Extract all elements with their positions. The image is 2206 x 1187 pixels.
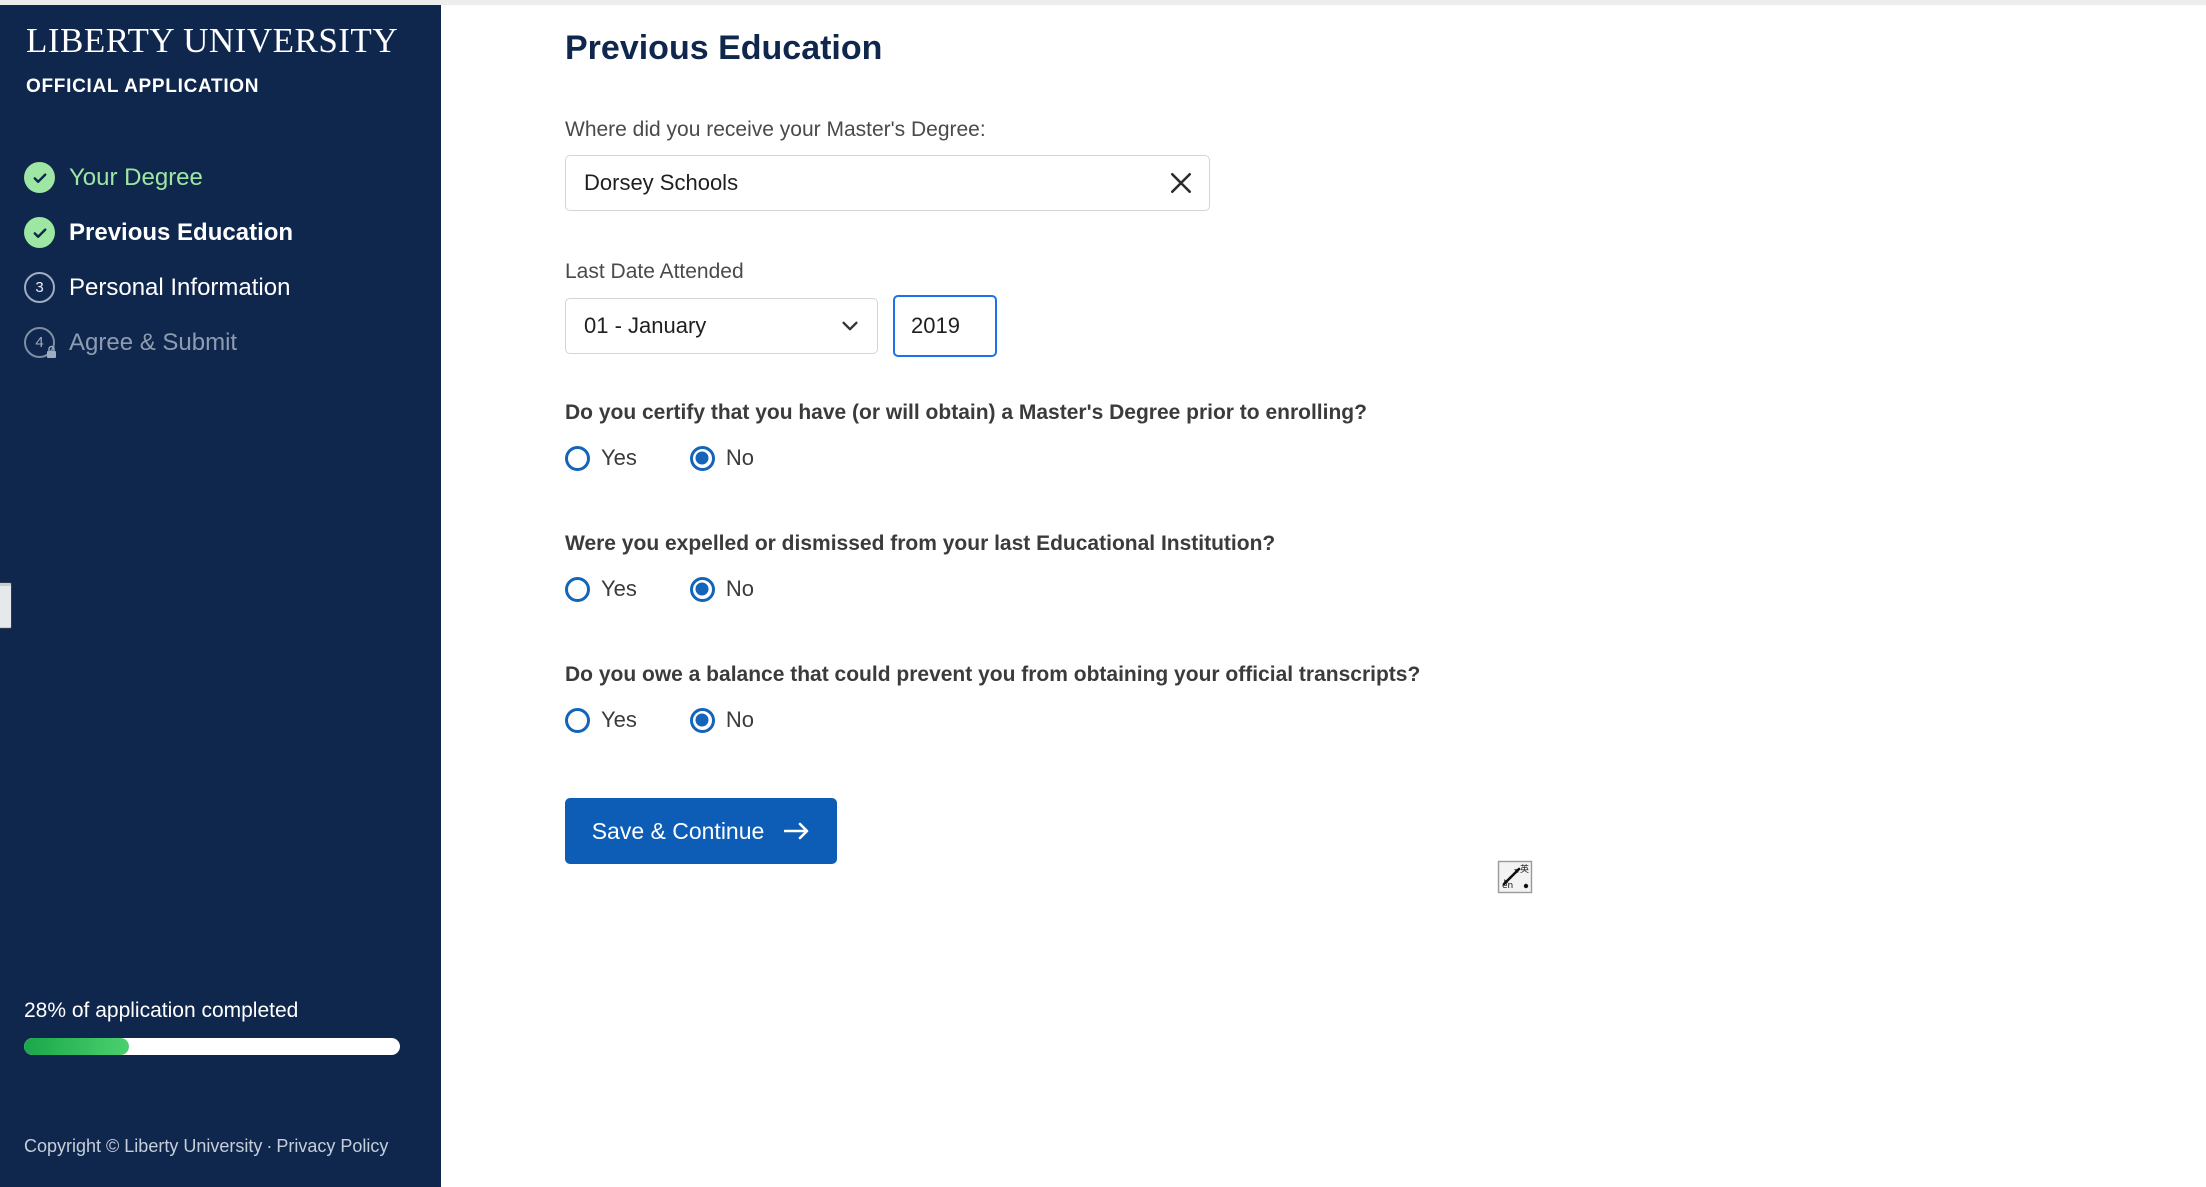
radio-option-no[interactable]: No <box>689 576 755 602</box>
radio-option-no[interactable]: No <box>689 445 755 471</box>
year-input-value: 2019 <box>911 313 960 338</box>
question-text: Were you expelled or dismissed from your… <box>565 532 1276 555</box>
radio-group: Yes No <box>565 576 1275 602</box>
sidebar-item-label: Previous Education <box>69 218 294 246</box>
brand-title: LIBERTY UNIVERSITY <box>26 21 399 60</box>
radio-indicator <box>689 576 715 602</box>
question-master-degree-certify: Do you certify that you have (or will ob… <box>565 401 1367 471</box>
progress-track <box>24 1038 400 1055</box>
radio-label: No <box>725 445 755 470</box>
main-content: Previous Education Where did you receive… <box>441 5 2206 1187</box>
save-and-continue-button[interactable]: Save & Continue <box>565 798 837 864</box>
question-text: Do you owe a balance that could prevent … <box>565 663 1421 686</box>
step-number-label: 4 <box>35 334 44 351</box>
radio-option-yes[interactable]: Yes <box>565 445 637 471</box>
application-page: LIBERTY UNIVERSITY OFFICIAL APPLICATION … <box>0 0 2206 1187</box>
radio-group: Yes No <box>565 707 1420 733</box>
month-select[interactable]: 01 - January <box>565 298 878 354</box>
sidebar-item-label: Agree & Submit <box>69 328 238 356</box>
sidebar-item-agree-and-submit: 4 Agree & Submit <box>24 315 424 370</box>
radio-label: Yes <box>601 576 637 601</box>
mouse-cursor-ime-indicator: en 英 <box>1497 860 1533 894</box>
radio-label: No <box>725 576 755 601</box>
radio-indicator <box>565 445 590 471</box>
school-input-value: Dorsey Schools <box>584 170 739 195</box>
step-number-badge: 3 <box>24 272 55 303</box>
svg-text:en: en <box>1502 881 1513 891</box>
last-date-attended-label: Last Date Attended <box>565 260 744 283</box>
step-complete-check-icon <box>24 162 55 193</box>
sidebar-item-label: Your Degree <box>69 163 203 191</box>
year-input[interactable]: 2019 <box>893 295 997 357</box>
sidebar-item-label: Personal Information <box>69 273 291 301</box>
page-title: Previous Education <box>565 29 883 67</box>
application-steps-nav: Your Degree Previous Education 3 Persona… <box>24 150 424 370</box>
save-and-continue-label: Save & Continue <box>591 817 765 844</box>
radio-group: Yes No <box>565 445 1367 471</box>
radio-label: Yes <box>601 445 637 470</box>
radio-indicator <box>689 707 715 733</box>
progress-label: 28% of application completed <box>24 999 299 1022</box>
lock-icon <box>45 345 58 359</box>
question-expelled-or-dismissed: Were you expelled or dismissed from your… <box>565 532 1275 602</box>
radio-indicator <box>565 576 590 602</box>
radio-option-no[interactable]: No <box>689 707 755 733</box>
school-input[interactable]: Dorsey Schools <box>565 155 1210 211</box>
radio-label: No <box>725 707 755 732</box>
step-number-badge: 4 <box>24 327 58 359</box>
radio-indicator <box>689 445 715 471</box>
arrow-right-icon <box>784 821 810 841</box>
progress-fill <box>24 1038 130 1055</box>
radio-option-yes[interactable]: Yes <box>565 707 637 733</box>
application-sidebar: LIBERTY UNIVERSITY OFFICIAL APPLICATION … <box>0 5 441 1187</box>
svg-text:英: 英 <box>1520 863 1529 875</box>
sidebar-item-personal-information[interactable]: 3 Personal Information <box>24 260 424 315</box>
question-text: Do you certify that you have (or will ob… <box>565 401 1367 424</box>
panel-drag-handle[interactable] <box>0 582 12 629</box>
radio-label: Yes <box>601 707 637 732</box>
footer-separator: · <box>266 1136 273 1156</box>
application-progress: 28% of application completed <box>24 999 404 1055</box>
clear-icon[interactable] <box>1167 169 1195 197</box>
sidebar-item-previous-education[interactable]: Previous Education <box>24 205 424 260</box>
privacy-policy-link[interactable]: Privacy Policy <box>276 1136 388 1156</box>
copyright-text: Copyright © Liberty University <box>24 1136 263 1156</box>
brand-subtitle: OFFICIAL APPLICATION <box>26 76 260 97</box>
chevron-down-icon <box>839 315 861 337</box>
month-select-value: 01 - January <box>584 313 707 338</box>
sidebar-item-your-degree[interactable]: Your Degree <box>24 150 424 205</box>
radio-indicator <box>565 707 590 733</box>
sidebar-footer: Copyright © Liberty University · Privacy P… <box>24 1136 388 1157</box>
school-field-label: Where did you receive your Master's Degr… <box>565 118 986 141</box>
radio-option-yes[interactable]: Yes <box>565 576 637 602</box>
question-owed-balance-transcripts: Do you owe a balance that could prevent … <box>565 663 1420 733</box>
step-complete-check-icon <box>24 217 55 248</box>
